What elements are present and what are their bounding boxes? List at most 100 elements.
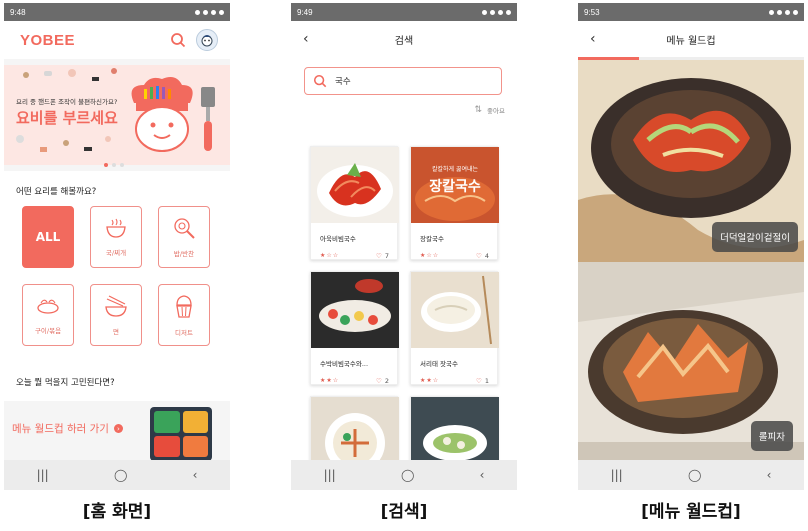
sort-label: 좋아요 <box>487 107 505 115</box>
home-caption: [홈 화면] <box>82 502 152 522</box>
status-icons <box>482 9 511 15</box>
recipe-card[interactable]: 수박비빔국수와... ★★☆ ♡ 2 <box>310 271 399 385</box>
system-nav-bar: ||| ◯ ‹ <box>4 460 230 490</box>
option-b-label: 롤피자 <box>750 421 793 451</box>
promo-banner[interactable]: 요리 중 핸드폰 조작이 불편하신가요? 요비를 부르세요 <box>4 65 230 165</box>
worldcup-question: 오늘 뭘 먹을지 고민된다면? <box>16 378 115 388</box>
recent-apps-icon[interactable]: ||| <box>324 468 336 482</box>
back-icon[interactable]: ‹ <box>767 468 772 482</box>
recipe-name: 장칼국수 <box>420 235 444 243</box>
recipe-thumbnail <box>311 272 399 348</box>
banner-title: 요비를 부르세요 <box>16 109 118 127</box>
recipe-name: 서리태 잣국수 <box>420 360 458 368</box>
home-icon[interactable]: ◯ <box>114 468 127 482</box>
status-icons <box>195 9 224 15</box>
category-label: 국/찌개 <box>105 249 127 257</box>
page-title: 메뉴 월드컵 <box>666 35 716 47</box>
grill-icon <box>37 299 59 314</box>
recent-apps-icon[interactable]: ||| <box>611 468 623 482</box>
category-grill-button[interactable]: 구이/볶음 <box>22 284 74 346</box>
sort-icon: ⇅ <box>474 105 483 115</box>
worldcup-link[interactable]: 메뉴 월드컵 하러 가기 › <box>12 421 123 436</box>
app-logo[interactable]: YOBEE <box>20 32 75 49</box>
thumbnail-title-text: 장칼국수 <box>429 178 481 195</box>
search-header: 검색 ‹ <box>291 21 517 57</box>
like-count-value: 1 <box>484 377 489 385</box>
banner-pagination <box>104 163 124 167</box>
soup-pot-icon <box>106 218 126 238</box>
category-dessert-button[interactable]: 디저트 <box>158 284 210 346</box>
like-count[interactable]: ♡ 1 <box>476 377 489 385</box>
status-bar: 9:53 <box>578 3 804 21</box>
worldcup-option-b[interactable]: 롤피자 <box>578 262 804 460</box>
search-icon[interactable] <box>170 32 186 48</box>
option-a-label: 더덕얼갈이겉절이 <box>712 222 798 252</box>
chef-mascot-illustration <box>131 77 193 152</box>
heart-icon: ♡ <box>476 252 482 260</box>
worldcup-option-a[interactable]: 더덕얼갈이겉절이 <box>578 60 804 262</box>
pan-icon <box>174 218 195 239</box>
status-bar: 9:49 <box>291 3 517 21</box>
search-icon <box>313 74 327 88</box>
like-count-value: 4 <box>484 252 489 260</box>
system-nav-bar: ||| ◯ ‹ <box>291 460 517 490</box>
heart-icon: ♡ <box>376 252 382 260</box>
recipe-thumbnail <box>411 272 499 348</box>
search-content: ⇅ 좋아요 아욱비빔국수 ★☆☆ ♡7 <box>291 57 517 490</box>
home-icon[interactable]: ◯ <box>688 468 701 482</box>
recipe-name: 아욱비빔국수 <box>320 235 356 243</box>
category-label: 면 <box>113 328 119 336</box>
profile-avatar[interactable] <box>196 29 218 51</box>
category-label: 디저트 <box>175 329 193 337</box>
sort-control[interactable]: ⇅ 좋아요 <box>475 105 506 115</box>
home-icon[interactable]: ◯ <box>401 468 414 482</box>
recipe-card[interactable]: 아욱비빔국수 ★☆☆ ♡ 7 <box>310 146 399 260</box>
cupcake-icon <box>176 295 192 318</box>
rating-stars: ★☆☆ <box>420 252 440 259</box>
rating-stars: ★☆☆ <box>320 252 340 259</box>
thumbnail-subtitle-text: 칼칼하게 끓여내는 <box>432 165 479 173</box>
spatula-icon <box>201 87 215 151</box>
back-icon[interactable]: ‹ <box>480 468 485 482</box>
search-input[interactable] <box>335 76 485 86</box>
worldcup-screen: 9:53 메뉴 월드컵 ‹ 더덕얼갈이겉절이 롤피자 ||| ◯ ‹ <box>578 3 804 490</box>
heart-icon: ♡ <box>476 377 482 385</box>
home-screen: 9:48 YOBEE 요리 중 핸드폰 조작이 불편하신가요? 요비를 부르세요 <box>4 3 230 490</box>
system-nav-bar: ||| ◯ ‹ <box>578 460 804 490</box>
home-header: YOBEE <box>4 21 230 59</box>
search-caption: [검색] <box>380 502 428 522</box>
recipe-thumbnail: 장칼국수 칼칼하게 끓여내는 <box>411 147 499 223</box>
category-label: ALL <box>35 230 61 244</box>
status-time: 9:49 <box>297 7 313 17</box>
recipe-thumbnail <box>311 147 399 223</box>
like-count[interactable]: ♡ 7 <box>376 252 389 260</box>
category-all-button[interactable]: ALL <box>22 206 74 268</box>
back-icon[interactable]: ‹ <box>193 468 198 482</box>
search-screen: 9:49 검색 ‹ ⇅ 좋아요 <box>291 3 517 490</box>
status-icons <box>769 9 798 15</box>
rating-stars: ★★☆ <box>420 377 440 384</box>
recipe-name: 수박비빔국수와... <box>320 360 369 368</box>
search-field[interactable] <box>304 67 502 95</box>
worldcup-caption: [메뉴 월드컵] <box>641 502 741 522</box>
category-label: 구이/볶음 <box>34 327 62 335</box>
chevron-right-icon: › <box>113 424 123 433</box>
status-time: 9:48 <box>10 7 26 17</box>
worldcup-link-label: 메뉴 월드컵 하러 가기 <box>12 423 109 435</box>
like-count[interactable]: ♡ 4 <box>476 252 489 260</box>
category-question: 어떤 요리를 해볼까요? <box>16 187 97 197</box>
recent-apps-icon[interactable]: ||| <box>37 468 49 482</box>
noodle-bowl-icon <box>105 295 127 317</box>
category-rice-button[interactable]: 밥/반찬 <box>158 206 210 268</box>
bento-box-illustration <box>150 407 212 461</box>
page-title: 검색 <box>394 35 414 47</box>
category-soup-button[interactable]: 국/찌개 <box>90 206 142 268</box>
worldcup-header: 메뉴 월드컵 ‹ <box>578 21 804 57</box>
recipe-card[interactable]: 서리태 잣국수 ★★☆ ♡ 1 <box>410 271 499 385</box>
like-count-value: 2 <box>384 377 389 385</box>
banner-subtitle: 요리 중 핸드폰 조작이 불편하신가요? <box>16 98 118 106</box>
status-bar: 9:48 <box>4 3 230 21</box>
category-noodle-button[interactable]: 면 <box>90 284 142 346</box>
recipe-card[interactable]: 장칼국수 칼칼하게 끓여내는 장칼국수 ★☆☆ ♡ 4 <box>410 146 499 260</box>
like-count[interactable]: ♡ 2 <box>376 377 389 385</box>
